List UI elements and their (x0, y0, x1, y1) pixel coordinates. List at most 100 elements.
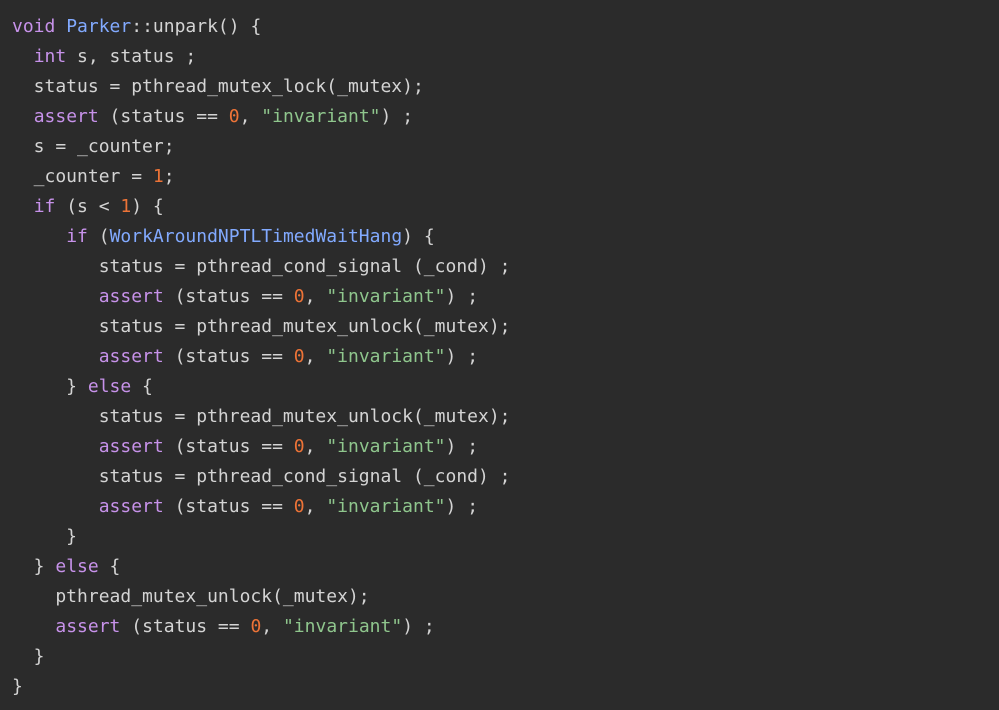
code-line: assert (status == 0, "invariant") ; (0, 612, 999, 642)
code-line: assert (status == 0, "invariant") ; (0, 432, 999, 462)
code-line: _counter = 1; (0, 162, 999, 192)
code-token-kw: else (87, 376, 132, 397)
code-token-kw: int (33, 46, 67, 67)
code-token-num: 0 (293, 346, 305, 367)
code-token-plain: , (239, 106, 262, 127)
code-token-plain: (status == (163, 436, 294, 457)
code-token-num: 0 (293, 436, 305, 457)
code-token-plain: status = pthread_mutex_unlock(_mutex); (12, 406, 511, 427)
code-token-plain: } (12, 646, 45, 667)
code-token-plain: (s < (55, 196, 121, 217)
code-token-plain: pthread_mutex_unlock(_mutex); (12, 586, 370, 607)
code-line: pthread_mutex_unlock(_mutex); (0, 582, 999, 612)
code-token-plain: , (304, 436, 327, 457)
code-token-plain: ) ; (402, 616, 435, 637)
code-token-plain: , (304, 286, 327, 307)
code-line: } (0, 642, 999, 672)
code-token-plain: } (12, 376, 88, 397)
code-token-plain: ( (87, 226, 110, 247)
code-line: } (0, 522, 999, 552)
code-token-plain: ::unpark() { (131, 16, 262, 37)
code-token-plain: , (304, 496, 327, 517)
code-token-plain: , (261, 616, 283, 637)
code-token-plain: ) ; (380, 106, 414, 127)
code-line: void Parker::unpark() { (0, 12, 999, 42)
code-token-plain: status = pthread_mutex_unlock(_mutex); (12, 316, 511, 337)
code-line: } else { (0, 372, 999, 402)
code-token-plain: ) { (402, 226, 435, 247)
code-token-typ: WorkAroundNPTLTimedWaitHang (109, 226, 403, 247)
code-line: if (WorkAroundNPTLTimedWaitHang) { (0, 222, 999, 252)
code-token-plain: (status == (98, 106, 229, 127)
code-line: status = pthread_cond_signal (_cond) ; (0, 252, 999, 282)
code-token-plain: ) ; (445, 496, 479, 517)
code-token-num: 1 (120, 196, 132, 217)
code-token-plain: { (131, 376, 153, 397)
code-token-plain: status = pthread_cond_signal (_cond) ; (12, 256, 511, 277)
code-token-kw: assert (98, 346, 164, 367)
code-token-plain: ) ; (445, 286, 479, 307)
code-token-plain: } (12, 526, 78, 547)
code-token-plain: status = pthread_mutex_lock(_mutex); (12, 76, 424, 97)
code-line: assert (status == 0, "invariant") ; (0, 492, 999, 522)
code-token-kw: else (55, 556, 99, 577)
code-token-num: 0 (228, 106, 240, 127)
code-token-kw: void (12, 16, 56, 37)
code-token-num: 0 (293, 496, 305, 517)
code-token-kw: if (33, 196, 56, 217)
code-token-plain: ) ; (445, 436, 479, 457)
code-line: assert (status == 0, "invariant") ; (0, 342, 999, 372)
code-token-plain: } (12, 676, 23, 697)
code-token-kw: assert (98, 496, 164, 517)
code-token-str: "invariant" (326, 436, 446, 457)
code-line: status = pthread_mutex_lock(_mutex); (0, 72, 999, 102)
code-token-plain: ) { (131, 196, 164, 217)
code-token-plain: (status == (120, 616, 251, 637)
code-token-plain: (status == (163, 286, 294, 307)
code-line: } else { (0, 552, 999, 582)
code-lines-container: void Parker::unpark() { int s, status ; … (0, 12, 999, 702)
code-line: int s, status ; (0, 42, 999, 72)
code-token-kw: assert (98, 436, 164, 457)
code-token-str: "invariant" (326, 346, 446, 367)
code-line: assert (status == 0, "invariant") ; (0, 102, 999, 132)
code-token-kw: assert (33, 106, 99, 127)
code-token-plain: ; (163, 166, 175, 187)
code-token-typ: Parker (66, 16, 132, 37)
code-token-plain: _counter = (12, 166, 153, 187)
code-token-kw: if (66, 226, 88, 247)
code-token-kw: assert (55, 616, 121, 637)
code-line: assert (status == 0, "invariant") ; (0, 282, 999, 312)
code-token-plain: } (12, 556, 56, 577)
code-token-plain: { (98, 556, 121, 577)
code-token-str: "invariant" (282, 616, 403, 637)
code-token-num: 1 (152, 166, 164, 187)
code-line: if (s < 1) { (0, 192, 999, 222)
code-line: status = pthread_mutex_unlock(_mutex); (0, 312, 999, 342)
code-token-plain: ) ; (445, 346, 479, 367)
code-token-plain: status = pthread_cond_signal (_cond) ; (12, 466, 511, 487)
code-token-str: "invariant" (261, 106, 381, 127)
code-token-plain: , (304, 346, 327, 367)
code-token-plain: s, status ; (66, 46, 197, 67)
code-line: s = _counter; (0, 132, 999, 162)
code-token-str: "invariant" (326, 286, 446, 307)
code-token-num: 0 (293, 286, 305, 307)
code-token-plain: (status == (163, 346, 294, 367)
code-token-plain: (status == (163, 496, 294, 517)
code-line: } (0, 672, 999, 702)
code-token-kw: assert (98, 286, 164, 307)
code-token-str: "invariant" (326, 496, 446, 517)
code-block[interactable]: void Parker::unpark() { int s, status ; … (0, 0, 999, 710)
code-token-num: 0 (250, 616, 262, 637)
